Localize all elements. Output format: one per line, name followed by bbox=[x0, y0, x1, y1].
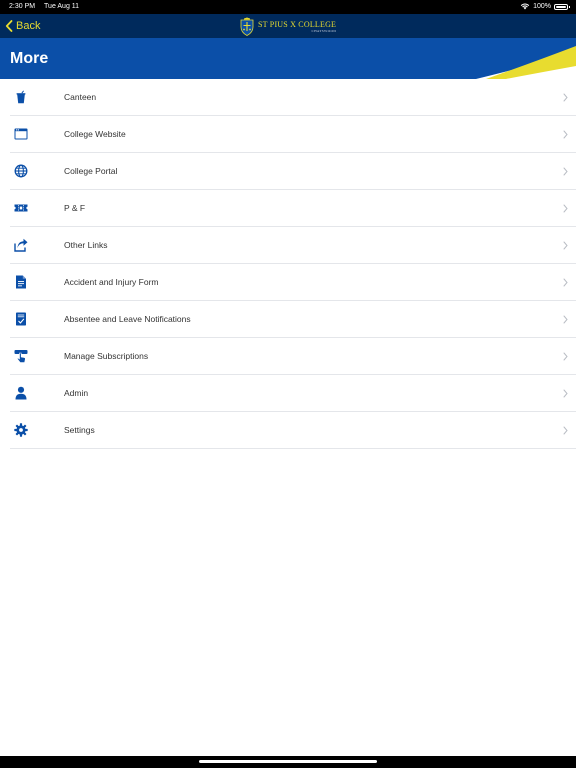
document-icon bbox=[14, 275, 28, 289]
menu-item-label: Settings bbox=[64, 425, 95, 435]
school-crest-icon bbox=[240, 17, 254, 36]
home-indicator[interactable] bbox=[199, 760, 377, 763]
menu-item-manage-subscriptions[interactable]: Manage Subscriptions bbox=[10, 338, 576, 375]
school-suburb: CHATSWOOD bbox=[311, 28, 337, 33]
menu-item-absentee-leave-notifications[interactable]: Absentee and Leave Notifications bbox=[10, 301, 576, 338]
checklist-document-icon bbox=[14, 312, 28, 326]
chevron-right-icon bbox=[563, 278, 568, 287]
menu-item-college-website[interactable]: College Website bbox=[10, 116, 576, 153]
school-name: ST PIUS X COLLEGE bbox=[258, 19, 337, 29]
status-time-date: 2:30 PM Tue Aug 11 bbox=[9, 3, 79, 10]
globe-icon bbox=[14, 164, 28, 178]
more-menu-list: Canteen College Website College Portal P… bbox=[10, 79, 576, 449]
header-swoosh bbox=[476, 46, 576, 79]
page-title: More bbox=[10, 50, 49, 67]
chevron-right-icon bbox=[563, 241, 568, 250]
menu-item-label: Other Links bbox=[64, 240, 108, 250]
menu-item-label: Absentee and Leave Notifications bbox=[64, 314, 191, 324]
chevron-right-icon bbox=[563, 130, 568, 139]
school-logo: ST PIUS X COLLEGE CHATSWOOD bbox=[240, 16, 336, 36]
tap-finger-icon bbox=[14, 349, 28, 363]
navigation-bar: Back ST PIUS X COLLEGE CHATSWOOD bbox=[0, 14, 576, 38]
menu-item-label: College Portal bbox=[64, 166, 118, 176]
chevron-right-icon bbox=[563, 352, 568, 361]
menu-item-other-links[interactable]: Other Links bbox=[10, 227, 576, 264]
battery-icon bbox=[554, 3, 570, 10]
person-icon bbox=[14, 386, 28, 400]
menu-item-college-portal[interactable]: College Portal bbox=[10, 153, 576, 190]
status-bar: 2:30 PM Tue Aug 11 100% bbox=[0, 0, 576, 14]
ticket-icon bbox=[14, 201, 28, 215]
back-label: Back bbox=[16, 20, 41, 32]
menu-item-canteen[interactable]: Canteen bbox=[10, 79, 576, 116]
battery-percent: 100% bbox=[533, 3, 551, 10]
chevron-left-icon bbox=[5, 20, 13, 32]
menu-item-admin[interactable]: Admin bbox=[10, 375, 576, 412]
menu-item-p-and-f[interactable]: P & F bbox=[10, 190, 576, 227]
wifi-icon bbox=[520, 3, 530, 10]
chevron-right-icon bbox=[563, 93, 568, 102]
menu-item-label: P & F bbox=[64, 203, 86, 213]
home-indicator-area bbox=[0, 756, 576, 768]
menu-item-accident-injury-form[interactable]: Accident and Injury Form bbox=[10, 264, 576, 301]
chevron-right-icon bbox=[563, 204, 568, 213]
menu-item-label: Admin bbox=[64, 388, 89, 398]
status-indicators: 100% bbox=[520, 3, 570, 10]
chevron-right-icon bbox=[563, 426, 568, 435]
status-time: 2:30 PM bbox=[9, 3, 36, 10]
chevron-right-icon bbox=[563, 389, 568, 398]
back-button[interactable]: Back bbox=[5, 18, 40, 34]
page-header: More bbox=[0, 38, 576, 79]
cup-icon bbox=[14, 90, 28, 104]
menu-item-settings[interactable]: Settings bbox=[10, 412, 576, 449]
menu-item-label: College Website bbox=[64, 129, 126, 139]
menu-item-label: Canteen bbox=[64, 92, 97, 102]
menu-item-label: Manage Subscriptions bbox=[64, 351, 149, 361]
gear-icon bbox=[14, 423, 28, 437]
chevron-right-icon bbox=[563, 167, 568, 176]
chevron-right-icon bbox=[563, 315, 568, 324]
menu-item-label: Accident and Injury Form bbox=[64, 277, 159, 287]
status-date: Tue Aug 11 bbox=[44, 3, 80, 10]
share-icon bbox=[14, 238, 28, 252]
browser-window-icon bbox=[14, 127, 28, 141]
